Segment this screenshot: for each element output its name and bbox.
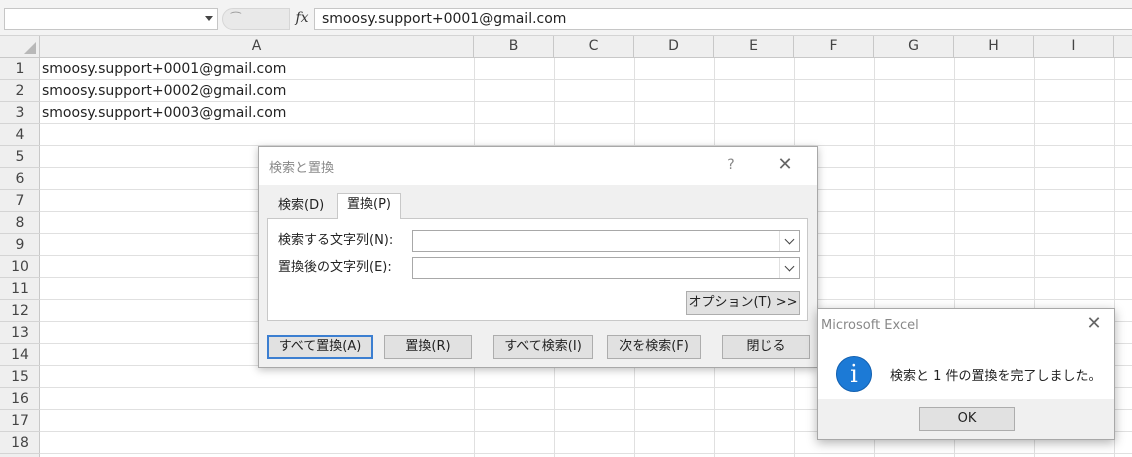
select-all-button[interactable] [0, 36, 40, 57]
row-header-7[interactable]: 7 [0, 190, 40, 212]
column-header-i[interactable]: I [1034, 36, 1114, 57]
cell-a3[interactable]: smoosy.support+0003@gmail.com [42, 102, 286, 124]
tab-find[interactable]: 検索(D) [269, 195, 333, 219]
row-header-14[interactable]: 14 [0, 344, 40, 366]
dialog-title: 検索と置換 [269, 161, 335, 176]
close-button[interactable]: 閉じる [722, 335, 810, 359]
row-header-8[interactable]: 8 [0, 212, 40, 234]
column-headers: A B C D E F G H I [0, 36, 1132, 58]
column-header-a[interactable]: A [40, 36, 474, 57]
message-box: Microsoft Excel ✕ i 検索と 1 件の置換を完了しました。 O… [817, 308, 1115, 440]
cell-a2[interactable]: smoosy.support+0002@gmail.com [42, 80, 286, 102]
cell-a1[interactable]: smoosy.support+0001@gmail.com [42, 58, 286, 80]
row-header-12[interactable]: 12 [0, 300, 40, 322]
row-header-6[interactable]: 6 [0, 168, 40, 190]
replace-with-label: 置換後の文字列(E): [278, 260, 392, 275]
chevron-down-icon[interactable] [779, 258, 799, 278]
message-text: 検索と 1 件の置換を完了しました。 [890, 369, 1102, 384]
row-header-9[interactable]: 9 [0, 234, 40, 256]
row-header-16[interactable]: 16 [0, 388, 40, 410]
find-replace-dialog: 検索と置換 ? ✕ 検索(D) 置換(P) 検索する文字列(N): 置換後の文字… [258, 146, 818, 368]
row-header-15[interactable]: 15 [0, 366, 40, 388]
dialog-titlebar[interactable]: 検索と置換 ? ✕ [259, 147, 817, 185]
column-header-h[interactable]: H [954, 36, 1034, 57]
column-header-e[interactable]: E [714, 36, 794, 57]
column-header-g[interactable]: G [874, 36, 954, 57]
message-box-body: i 検索と 1 件の置換を完了しました。 [818, 341, 1114, 399]
insert-function-icon[interactable]: fx [290, 8, 314, 30]
row-header-1[interactable]: 1 [0, 58, 40, 80]
find-all-button[interactable]: すべて検索(I) [493, 335, 593, 359]
formula-bar: ⁀ fx smoosy.support+0001@gmail.com [0, 0, 1132, 36]
row-header-2[interactable]: 2 [0, 80, 40, 102]
replace-with-input[interactable] [412, 257, 800, 279]
ok-button[interactable]: OK [919, 407, 1015, 431]
resize-handle-icon: ⁀ [231, 12, 241, 26]
name-box[interactable] [4, 8, 218, 30]
chevron-down-icon[interactable] [779, 231, 799, 251]
replace-all-button[interactable]: すべて置換(A) [267, 335, 373, 359]
info-icon-glyph: i [850, 360, 858, 388]
column-header-f[interactable]: F [794, 36, 874, 57]
column-header-b[interactable]: B [474, 36, 554, 57]
row-header-4[interactable]: 4 [0, 124, 40, 146]
row-header-11[interactable]: 11 [0, 278, 40, 300]
replace-button[interactable]: 置換(R) [384, 335, 472, 359]
message-box-title: Microsoft Excel [821, 318, 919, 333]
row-header-5[interactable]: 5 [0, 146, 40, 168]
options-button[interactable]: オプション(T) >> [686, 291, 800, 315]
find-next-button[interactable]: 次を検索(F) [607, 335, 701, 359]
row-headers: 1 2 3 4 5 6 7 8 9 10 11 12 13 14 15 16 1… [0, 58, 40, 457]
row-header-10[interactable]: 10 [0, 256, 40, 278]
close-icon[interactable]: ✕ [1084, 314, 1104, 334]
row-header-13[interactable]: 13 [0, 322, 40, 344]
message-box-titlebar[interactable]: Microsoft Excel ✕ [818, 309, 1114, 341]
find-what-input[interactable] [412, 230, 800, 252]
row-header-18[interactable]: 18 [0, 432, 40, 454]
row-header-17[interactable]: 17 [0, 410, 40, 432]
formula-input[interactable]: smoosy.support+0001@gmail.com [314, 8, 1132, 30]
column-header-c[interactable]: C [554, 36, 634, 57]
info-icon: i [836, 356, 872, 392]
grid-line [40, 453, 1132, 454]
close-icon[interactable]: ✕ [775, 155, 795, 175]
name-box-dropdown-icon[interactable] [205, 16, 213, 21]
help-button[interactable]: ? [721, 155, 741, 175]
column-header-d[interactable]: D [634, 36, 714, 57]
formula-bar-resize-handle[interactable]: ⁀ [222, 8, 290, 30]
find-what-label: 検索する文字列(N): [278, 233, 394, 248]
row-header-3[interactable]: 3 [0, 102, 40, 124]
replace-tab-panel: 検索する文字列(N): 置換後の文字列(E): オプション(T) >> [267, 218, 808, 321]
tab-replace[interactable]: 置換(P) [337, 193, 401, 219]
